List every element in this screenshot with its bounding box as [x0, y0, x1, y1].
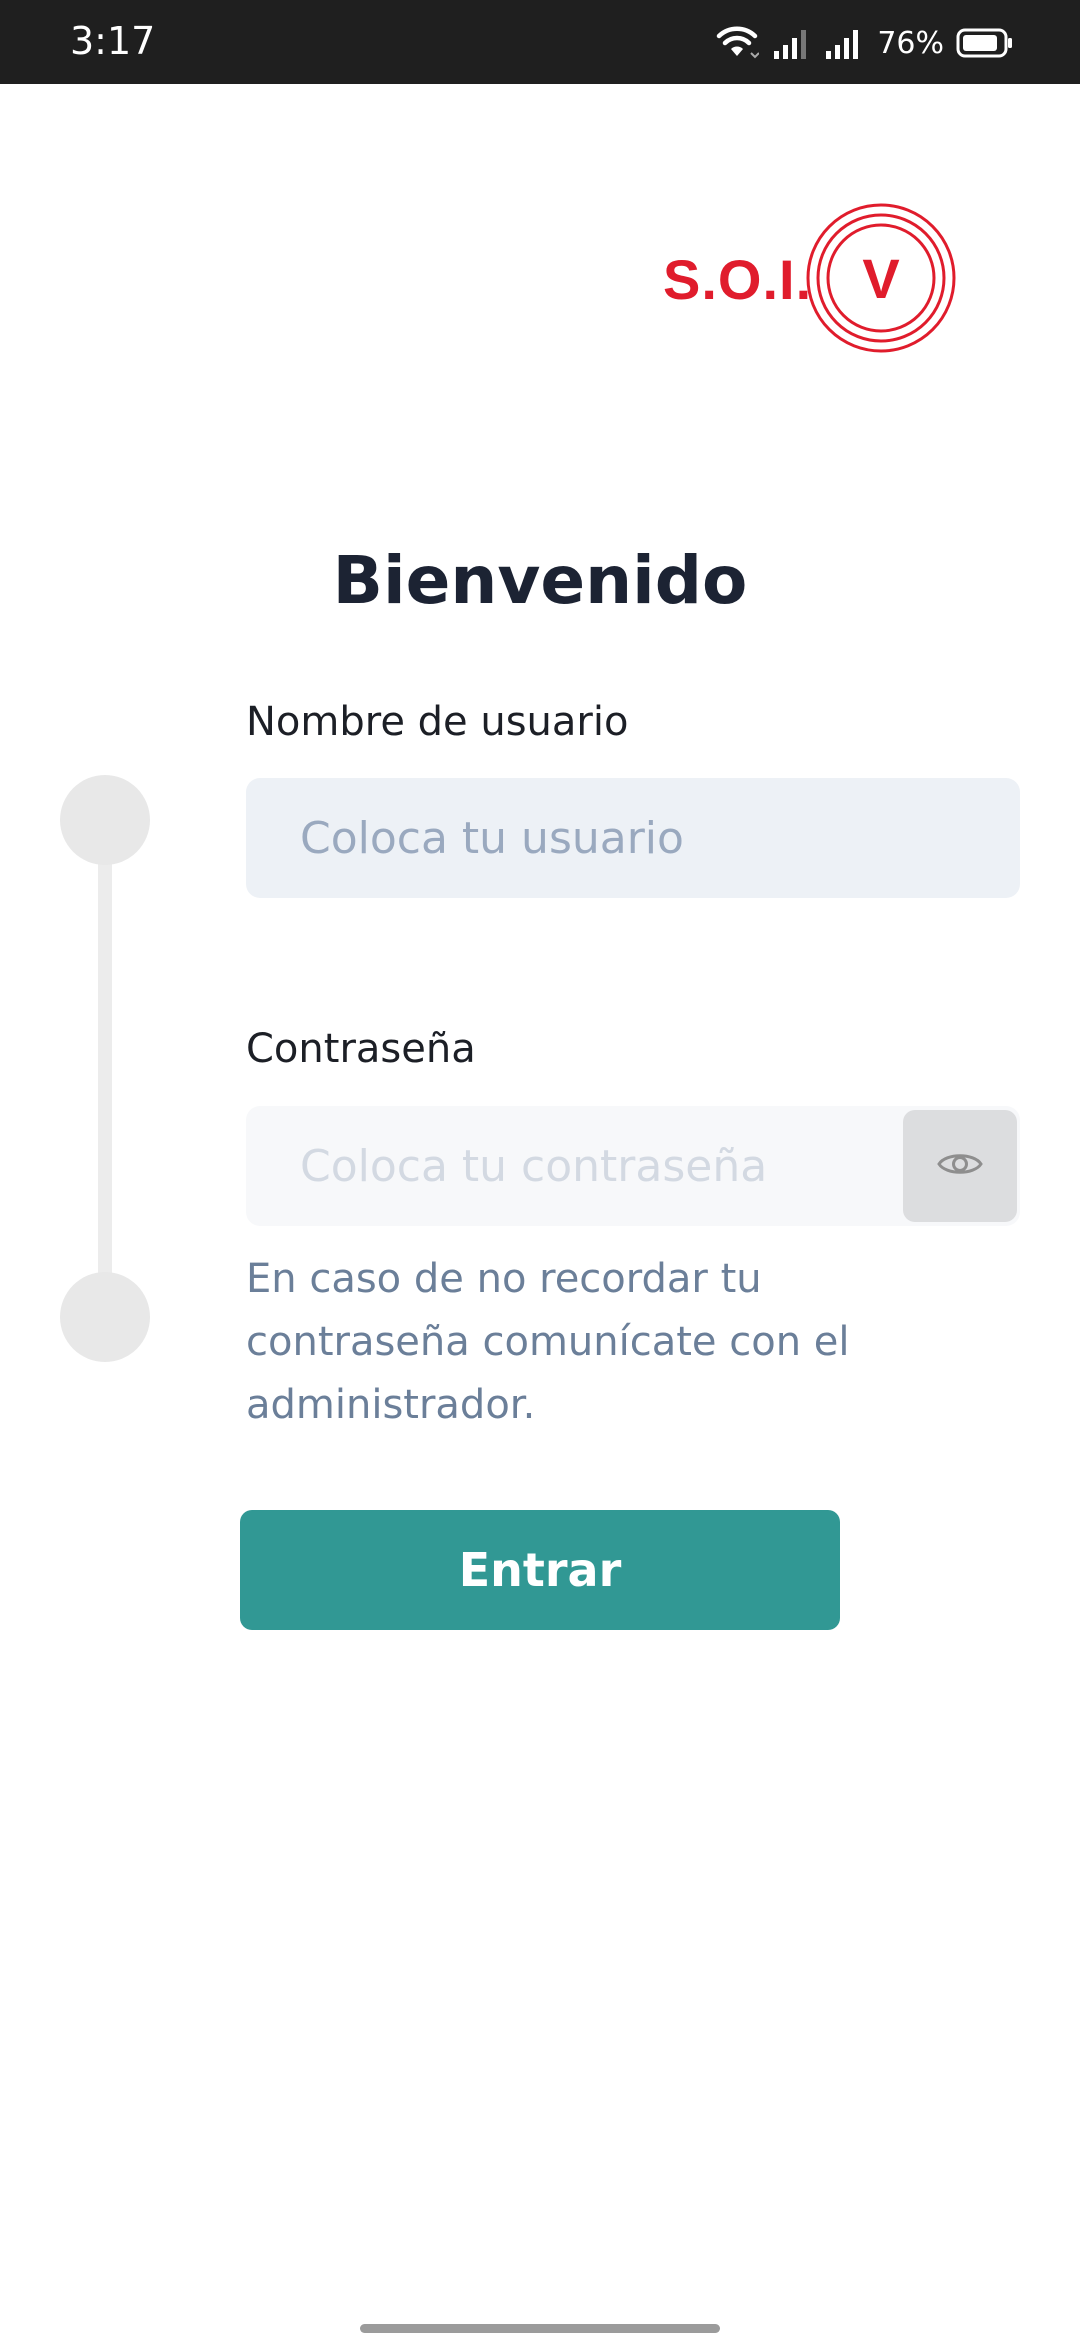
logo-seal-letter: V	[862, 247, 899, 310]
logo-seal: V	[806, 203, 956, 353]
step-indicator-2	[60, 1272, 150, 1362]
password-label: Contraseña	[246, 1026, 476, 1072]
username-label: Nombre de usuario	[246, 699, 629, 745]
login-button[interactable]: Entrar	[240, 1510, 840, 1630]
app-logo: S.O.I. V	[660, 200, 960, 360]
signal-icon	[825, 27, 863, 59]
step-track	[98, 850, 112, 1320]
username-input[interactable]	[246, 778, 1020, 898]
username-field-container	[246, 778, 1020, 898]
show-password-button[interactable]	[903, 1110, 1017, 1222]
password-field-container	[246, 1106, 1020, 1226]
battery-percent: 76%	[877, 25, 944, 61]
home-indicator[interactable]	[360, 2324, 720, 2333]
page-title: Bienvenido	[332, 542, 748, 619]
logo-text: S.O.I.	[663, 248, 813, 311]
status-icons: 76%	[715, 20, 1014, 66]
eye-icon	[937, 1149, 983, 1183]
status-time: 3:17	[70, 19, 156, 63]
battery-icon	[956, 27, 1014, 59]
status-bar: 3:17 76%	[0, 0, 1080, 84]
wifi-icon	[715, 25, 760, 61]
forgot-password-helper: En caso de no recordar tu contraseña com…	[246, 1256, 850, 1428]
step-indicator-1	[60, 775, 150, 865]
signal-icon	[773, 27, 811, 59]
